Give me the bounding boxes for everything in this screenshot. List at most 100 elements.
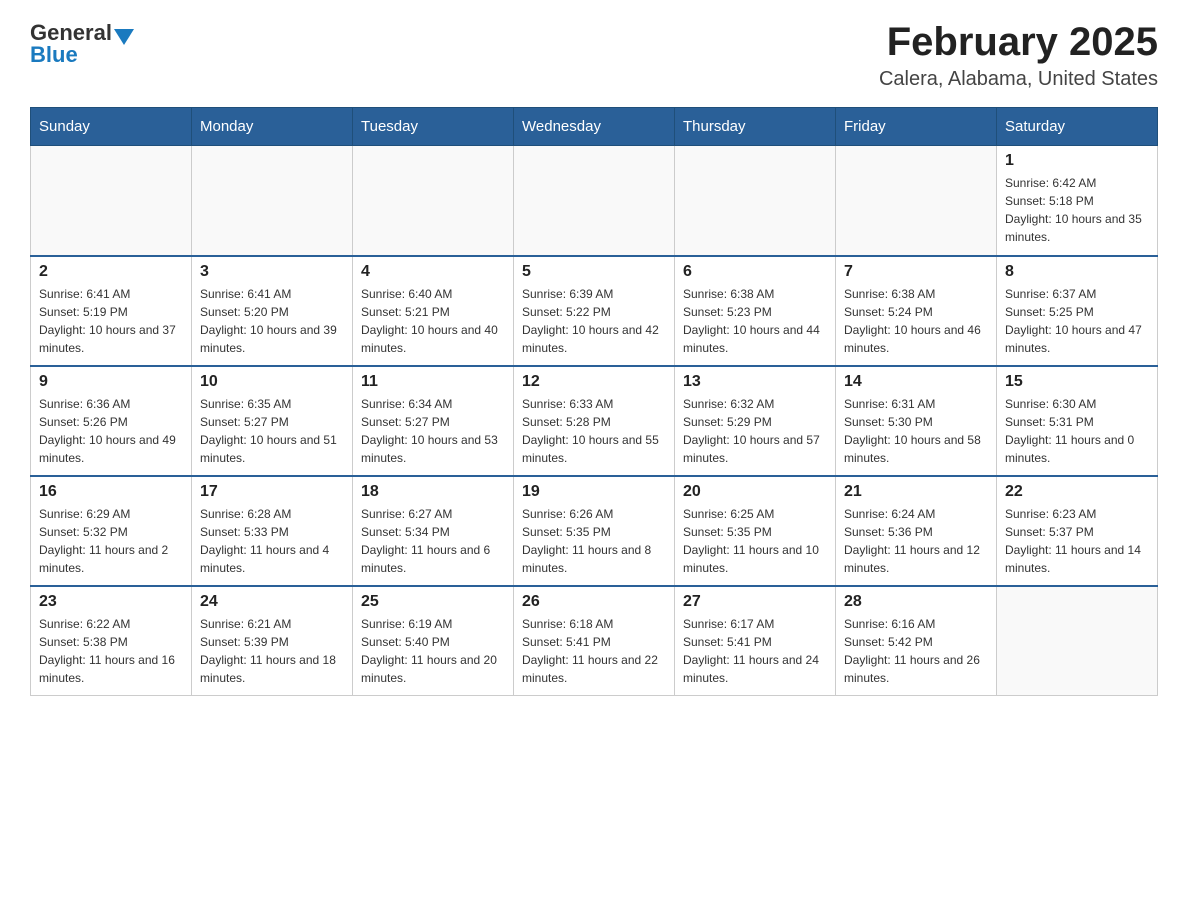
day-info: Sunrise: 6:30 AMSunset: 5:31 PMDaylight:…: [1005, 395, 1149, 467]
day-info: Sunrise: 6:21 AMSunset: 5:39 PMDaylight:…: [200, 615, 344, 687]
day-number: 11: [361, 373, 505, 391]
calendar-day-cell: 8 Sunrise: 6:37 AMSunset: 5:25 PMDaylight…: [997, 256, 1158, 366]
day-of-week-header: Friday: [836, 108, 997, 146]
calendar-table: SundayMondayTuesdayWednesdayThursdayFrid…: [30, 107, 1158, 696]
calendar-day-cell: 20Sunrise: 6:25 AMSunset: 5:35 PMDayligh…: [675, 476, 836, 586]
calendar-day-cell: [192, 146, 353, 256]
calendar-day-cell: 23 Sunrise: 6:22 AMSunset: 5:38 PMDayligh…: [31, 586, 192, 696]
day-number: 6: [683, 263, 827, 281]
day-of-week-header: Monday: [192, 108, 353, 146]
calendar-week-row: 9 Sunrise: 6:36 AMSunset: 5:26 PMDaylight…: [31, 366, 1158, 476]
calendar-week-row: 23 Sunrise: 6:22 AMSunset: 5:38 PMDayligh…: [31, 586, 1158, 696]
calendar-day-cell: 7 Sunrise: 6:38 AMSunset: 5:24 PMDaylight…: [836, 256, 997, 366]
day-info: Sunrise: 6:16 AMSunset: 5:42 PMDaylight:…: [844, 615, 988, 687]
calendar-day-cell: 26 Sunrise: 6:18 AMSunset: 5:41 PMDayligh…: [514, 586, 675, 696]
day-info: Sunrise: 6:37 AMSunset: 5:25 PMDaylight:…: [1005, 285, 1149, 357]
day-info: Sunrise: 6:29 AMSunset: 5:32 PMDaylight:…: [39, 505, 183, 577]
day-info: Sunrise: 6:28 AMSunset: 5:33 PMDaylight:…: [200, 505, 344, 577]
day-number: 13: [683, 373, 827, 391]
day-info: Sunrise: 6:27 AMSunset: 5:34 PMDaylight:…: [361, 505, 505, 577]
calendar-day-cell: 9 Sunrise: 6:36 AMSunset: 5:26 PMDaylight…: [31, 366, 192, 476]
day-number: 17: [200, 483, 344, 501]
calendar-day-cell: 3Sunrise: 6:41 AMSunset: 5:20 PMDaylight…: [192, 256, 353, 366]
calendar-day-cell: 12Sunrise: 6:33 AMSunset: 5:28 PMDayligh…: [514, 366, 675, 476]
day-of-week-header: Wednesday: [514, 108, 675, 146]
day-number: 24: [200, 593, 344, 611]
calendar-day-cell: 14Sunrise: 6:31 AMSunset: 5:30 PMDayligh…: [836, 366, 997, 476]
day-number: 23: [39, 593, 183, 611]
calendar-week-row: 16 Sunrise: 6:29 AMSunset: 5:32 PMDayligh…: [31, 476, 1158, 586]
day-number: 15: [1005, 373, 1149, 391]
calendar-week-row: 2 Sunrise: 6:41 AMSunset: 5:19 PMDaylight…: [31, 256, 1158, 366]
day-number: 16: [39, 483, 183, 501]
day-number: 26: [522, 593, 666, 611]
day-number: 25: [361, 593, 505, 611]
day-of-week-header: Thursday: [675, 108, 836, 146]
day-info: Sunrise: 6:23 AMSunset: 5:37 PMDaylight:…: [1005, 505, 1149, 577]
day-number: 3: [200, 263, 344, 281]
calendar-day-cell: 24 Sunrise: 6:21 AMSunset: 5:39 PMDayligh…: [192, 586, 353, 696]
calendar-day-cell: 13Sunrise: 6:32 AMSunset: 5:29 PMDayligh…: [675, 366, 836, 476]
day-number: 12: [522, 373, 666, 391]
calendar-day-cell: 19 Sunrise: 6:26 AMSunset: 5:35 PMDayligh…: [514, 476, 675, 586]
calendar-day-cell: 5 Sunrise: 6:39 AMSunset: 5:22 PMDaylight…: [514, 256, 675, 366]
day-number: 18: [361, 483, 505, 501]
day-number: 2: [39, 263, 183, 281]
calendar-day-cell: 15 Sunrise: 6:30 AMSunset: 5:31 PMDayligh…: [997, 366, 1158, 476]
day-number: 4: [361, 263, 505, 281]
calendar-day-cell: 18 Sunrise: 6:27 AMSunset: 5:34 PMDayligh…: [353, 476, 514, 586]
day-info: Sunrise: 6:17 AMSunset: 5:41 PMDaylight:…: [683, 615, 827, 687]
day-number: 21: [844, 483, 988, 501]
calendar-day-cell: [31, 146, 192, 256]
day-info: Sunrise: 6:38 AMSunset: 5:23 PMDaylight:…: [683, 285, 827, 357]
calendar-day-cell: 28 Sunrise: 6:16 AMSunset: 5:42 PMDayligh…: [836, 586, 997, 696]
day-number: 1: [1005, 152, 1149, 170]
calendar-title: February 2025: [879, 20, 1158, 64]
day-number: 8: [1005, 263, 1149, 281]
day-number: 27: [683, 593, 827, 611]
day-info: Sunrise: 6:31 AMSunset: 5:30 PMDaylight:…: [844, 395, 988, 467]
day-number: 28: [844, 593, 988, 611]
day-number: 19: [522, 483, 666, 501]
page-header: General Blue February 2025 Calera, Alaba…: [30, 20, 1158, 91]
calendar-day-cell: [675, 146, 836, 256]
day-info: Sunrise: 6:39 AMSunset: 5:22 PMDaylight:…: [522, 285, 666, 357]
day-info: Sunrise: 6:40 AMSunset: 5:21 PMDaylight:…: [361, 285, 505, 357]
day-info: Sunrise: 6:26 AMSunset: 5:35 PMDaylight:…: [522, 505, 666, 577]
day-info: Sunrise: 6:35 AMSunset: 5:27 PMDaylight:…: [200, 395, 344, 467]
day-number: 10: [200, 373, 344, 391]
calendar-day-cell: [997, 586, 1158, 696]
calendar-day-cell: 6 Sunrise: 6:38 AMSunset: 5:23 PMDaylight…: [675, 256, 836, 366]
calendar-body: 1 Sunrise: 6:42 AMSunset: 5:18 PMDaylight…: [31, 146, 1158, 696]
calendar-day-cell: 27 Sunrise: 6:17 AMSunset: 5:41 PMDayligh…: [675, 586, 836, 696]
day-number: 20: [683, 483, 827, 501]
day-of-week-header: Tuesday: [353, 108, 514, 146]
calendar-day-cell: 10 Sunrise: 6:35 AMSunset: 5:27 PMDayligh…: [192, 366, 353, 476]
day-info: Sunrise: 6:41 AMSunset: 5:19 PMDaylight:…: [39, 285, 183, 357]
days-of-week-row: SundayMondayTuesdayWednesdayThursdayFrid…: [31, 108, 1158, 146]
calendar-week-row: 1 Sunrise: 6:42 AMSunset: 5:18 PMDaylight…: [31, 146, 1158, 256]
day-info: Sunrise: 6:38 AMSunset: 5:24 PMDaylight:…: [844, 285, 988, 357]
day-info: Sunrise: 6:19 AMSunset: 5:40 PMDaylight:…: [361, 615, 505, 687]
day-number: 5: [522, 263, 666, 281]
calendar-day-cell: 2 Sunrise: 6:41 AMSunset: 5:19 PMDaylight…: [31, 256, 192, 366]
calendar-day-cell: [353, 146, 514, 256]
day-info: Sunrise: 6:22 AMSunset: 5:38 PMDaylight:…: [39, 615, 183, 687]
day-of-week-header: Saturday: [997, 108, 1158, 146]
calendar-day-cell: 1 Sunrise: 6:42 AMSunset: 5:18 PMDaylight…: [997, 146, 1158, 256]
day-info: Sunrise: 6:24 AMSunset: 5:36 PMDaylight:…: [844, 505, 988, 577]
day-info: Sunrise: 6:42 AMSunset: 5:18 PMDaylight:…: [1005, 174, 1149, 246]
day-info: Sunrise: 6:18 AMSunset: 5:41 PMDaylight:…: [522, 615, 666, 687]
day-number: 9: [39, 373, 183, 391]
day-info: Sunrise: 6:36 AMSunset: 5:26 PMDaylight:…: [39, 395, 183, 467]
calendar-day-cell: 16 Sunrise: 6:29 AMSunset: 5:32 PMDayligh…: [31, 476, 192, 586]
day-number: 7: [844, 263, 988, 281]
calendar-day-cell: [514, 146, 675, 256]
logo: General Blue: [30, 20, 134, 68]
calendar-day-cell: 25 Sunrise: 6:19 AMSunset: 5:40 PMDayligh…: [353, 586, 514, 696]
day-number: 22: [1005, 483, 1149, 501]
calendar-day-cell: 21 Sunrise: 6:24 AMSunset: 5:36 PMDayligh…: [836, 476, 997, 586]
calendar-day-cell: 4 Sunrise: 6:40 AMSunset: 5:21 PMDaylight…: [353, 256, 514, 366]
calendar-day-cell: 22 Sunrise: 6:23 AMSunset: 5:37 PMDayligh…: [997, 476, 1158, 586]
calendar-header: SundayMondayTuesdayWednesdayThursdayFrid…: [31, 108, 1158, 146]
